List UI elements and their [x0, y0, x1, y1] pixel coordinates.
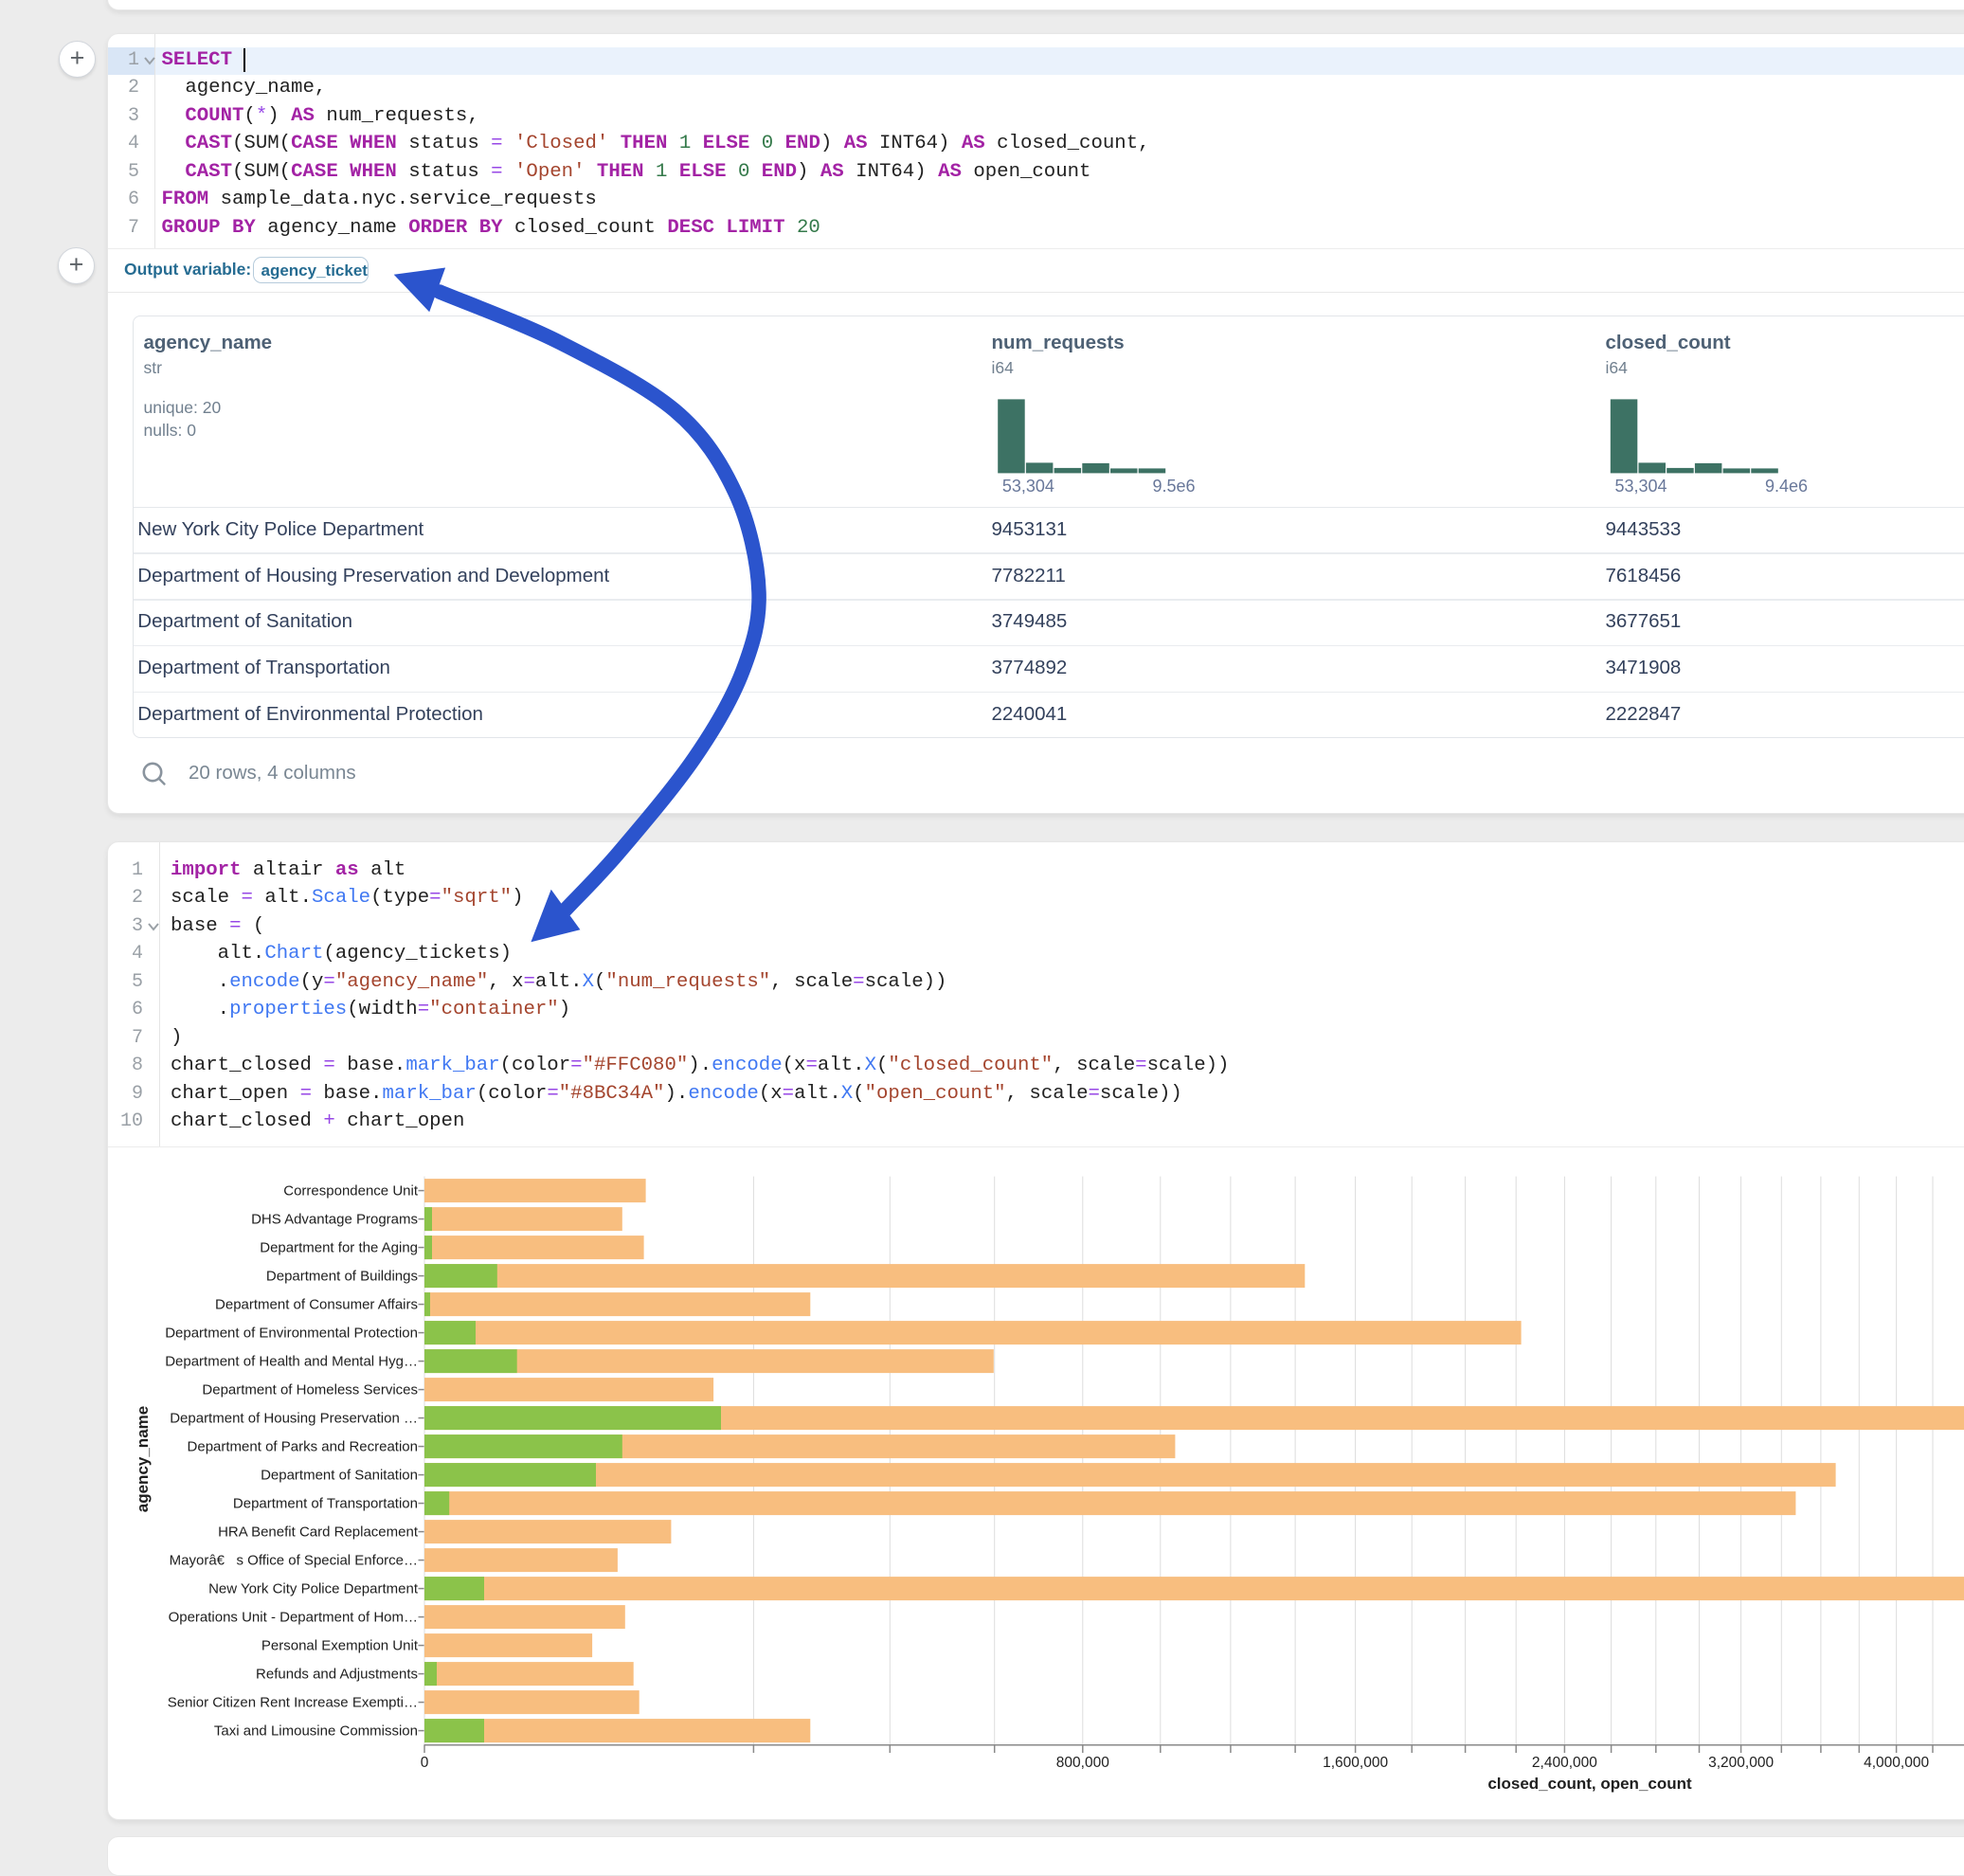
svg-text:closed_count, open_count: closed_count, open_count	[1487, 1775, 1692, 1793]
svg-text:agency_name: agency_name	[134, 1406, 152, 1512]
svg-text:1,600,000: 1,600,000	[1323, 1755, 1388, 1771]
svg-text:Department of Transportation: Department of Transportation	[233, 1496, 418, 1512]
svg-text:3,200,000: 3,200,000	[1708, 1755, 1774, 1771]
svg-text:Department of Consumer Affairs: Department of Consumer Affairs	[215, 1297, 418, 1313]
svg-text:4,000,000: 4,000,000	[1864, 1755, 1929, 1771]
svg-text:Department for the Aging: Department for the Aging	[260, 1240, 418, 1256]
svg-text:Operations Unit - Department o: Operations Unit - Department of Hom…	[169, 1610, 418, 1626]
svg-text:Department of Health and Menta: Department of Health and Mental Hyg…	[165, 1354, 418, 1370]
svg-text:0: 0	[421, 1755, 429, 1771]
svg-text:Senior Citizen Rent Increase E: Senior Citizen Rent Increase Exempti…	[168, 1695, 418, 1711]
svg-text:Department of Environmental Pr: Department of Environmental Protection	[165, 1326, 418, 1342]
svg-text:Mayorâ€ s Office of Special: Mayorâ€ s Office of Special Enforce…	[170, 1553, 418, 1569]
svg-text:Department of Homeless Service: Department of Homeless Services	[202, 1382, 418, 1398]
svg-text:Taxi and Limousine Commission: Taxi and Limousine Commission	[214, 1723, 418, 1740]
svg-text:Refunds and Adjustments: Refunds and Adjustments	[256, 1667, 418, 1683]
svg-text:Correspondence Unit: Correspondence Unit	[283, 1183, 419, 1200]
svg-text:Department of Sanitation: Department of Sanitation	[261, 1468, 418, 1484]
svg-text:800,000: 800,000	[1056, 1755, 1109, 1771]
svg-text:Department of Housing Preserva: Department of Housing Preservation …	[170, 1411, 418, 1427]
svg-text:Department of Buildings: Department of Buildings	[266, 1269, 418, 1285]
svg-text:Department of Parks and Recrea: Department of Parks and Recreation	[188, 1439, 418, 1455]
svg-text:New York City Police Departmen: New York City Police Department	[208, 1581, 419, 1597]
svg-text:DHS Advantage Programs: DHS Advantage Programs	[251, 1212, 418, 1228]
svg-text:2,400,000: 2,400,000	[1532, 1755, 1597, 1771]
svg-text:Personal Exemption Unit: Personal Exemption Unit	[261, 1638, 419, 1654]
svg-text:HRA Benefit Card Replacement: HRA Benefit Card Replacement	[218, 1524, 419, 1541]
